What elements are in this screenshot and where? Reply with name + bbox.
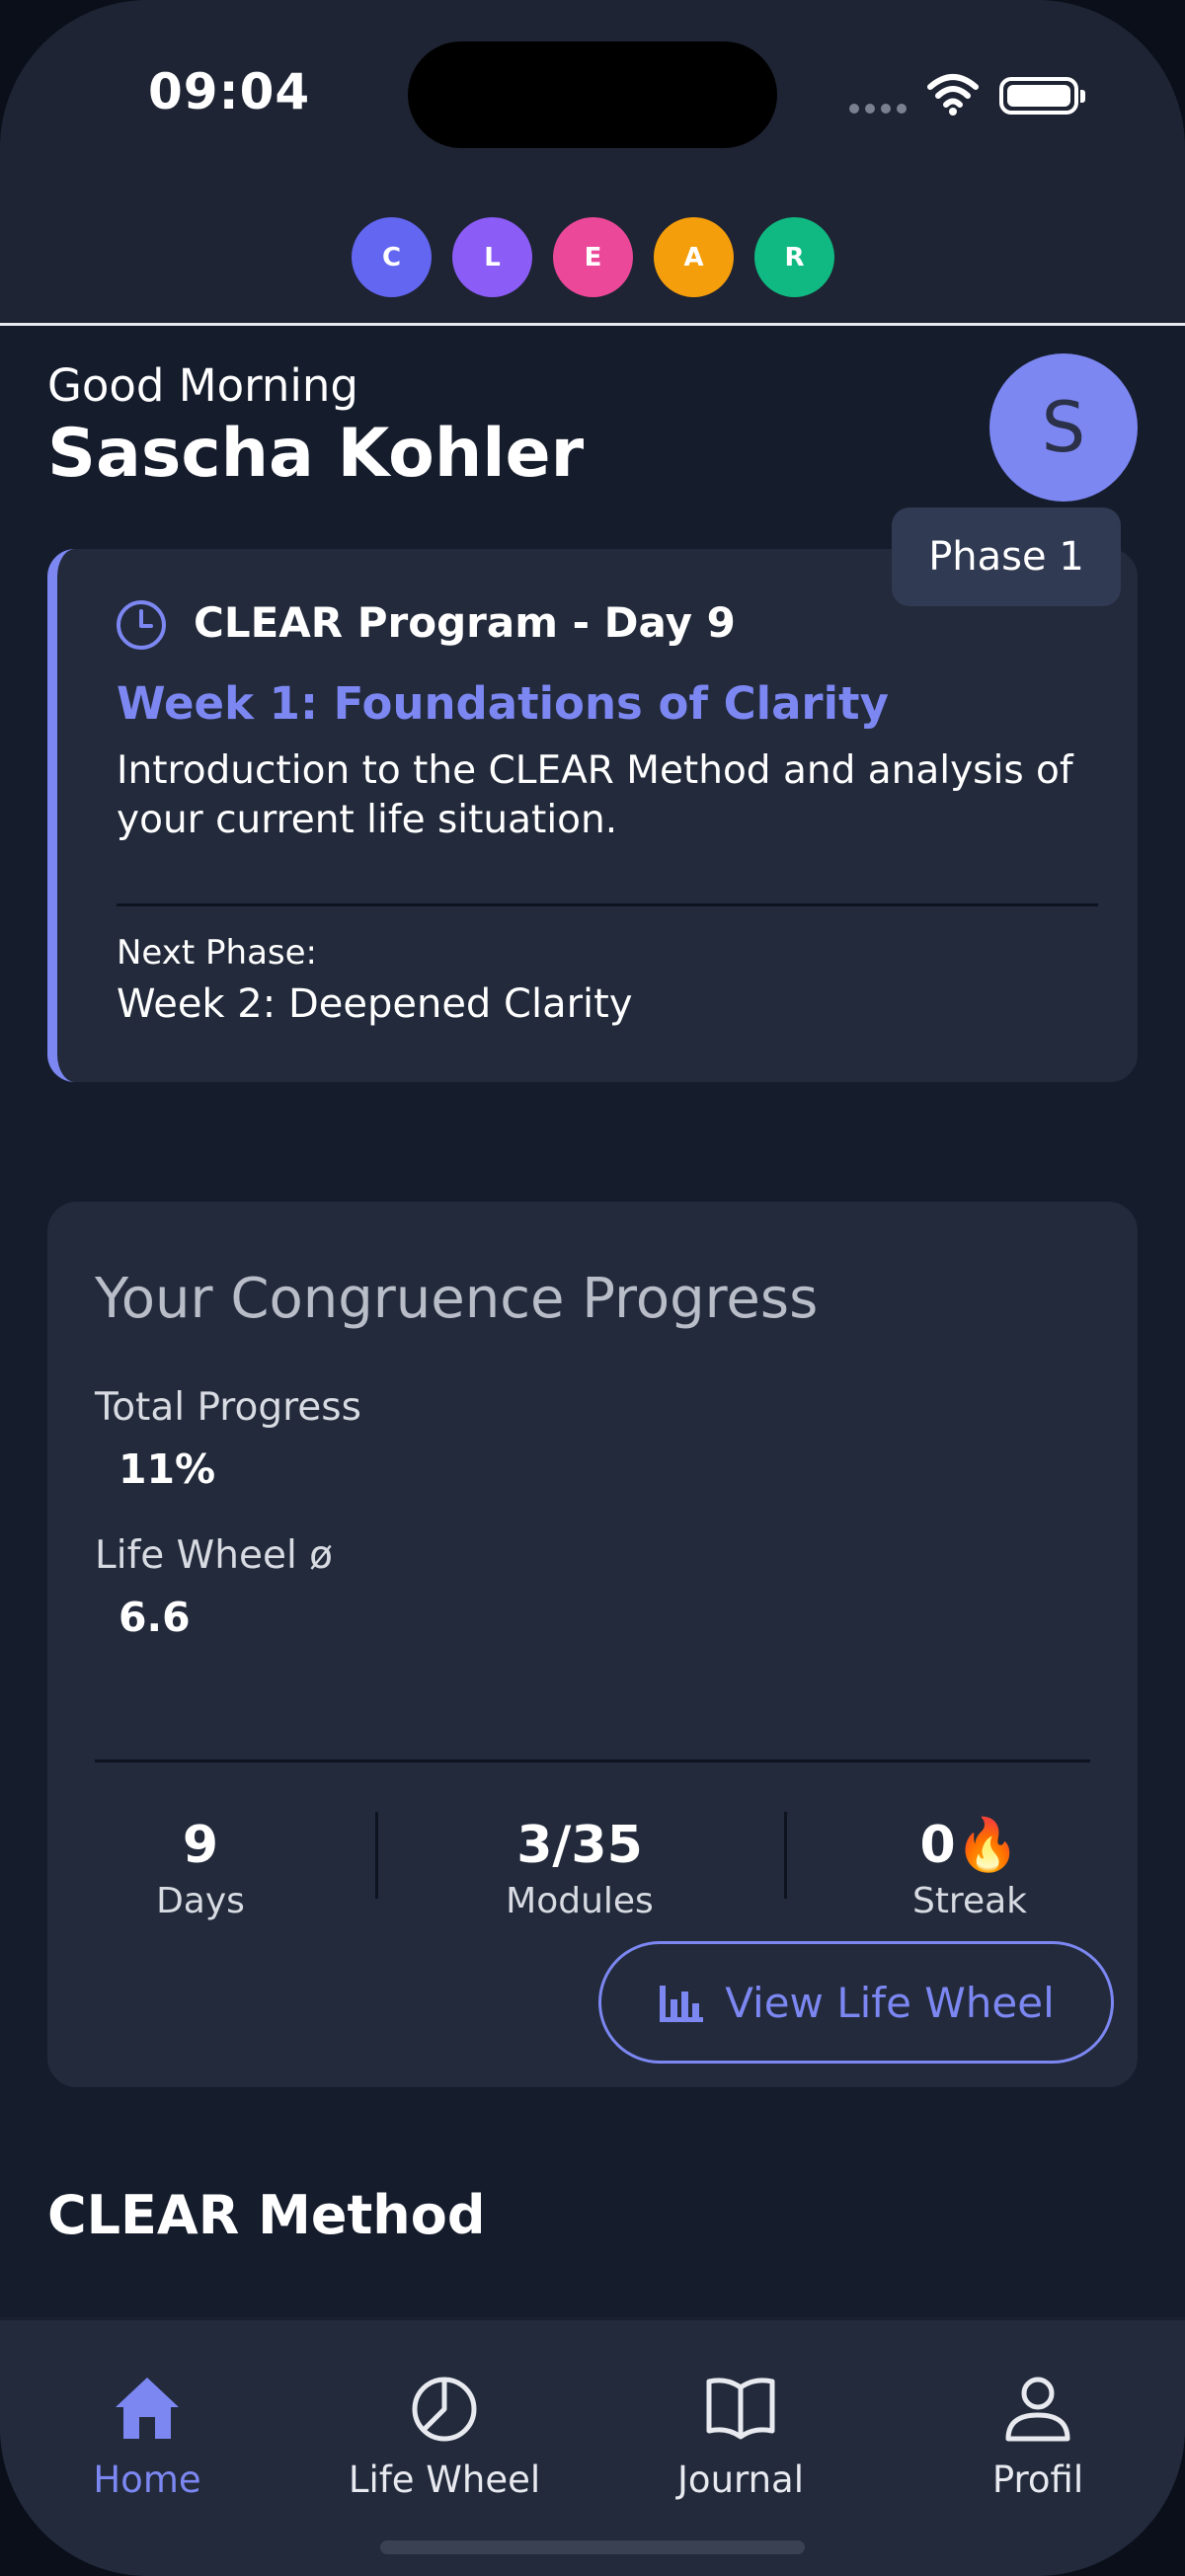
circle-c[interactable]: C	[352, 217, 432, 297]
stat-label: Modules	[506, 1881, 654, 1921]
progress-title: Your Congruence Progress	[95, 1267, 819, 1331]
tab-life-wheel[interactable]: Life Wheel	[326, 2370, 563, 2501]
circle-e[interactable]: E	[553, 217, 633, 297]
bar-chart-icon	[660, 1986, 704, 2022]
view-life-wheel-button[interactable]: View Life Wheel	[598, 1941, 1114, 2064]
cellular-signal-icon	[849, 104, 907, 114]
stat-label: Days	[156, 1881, 245, 1921]
tab-home[interactable]: Home	[29, 2370, 266, 2501]
wifi-icon	[927, 74, 979, 116]
pie-chart-icon	[412, 2377, 477, 2442]
life-wheel-avg-value: 6.6	[118, 1594, 191, 1641]
dynamic-island	[408, 41, 777, 148]
battery-icon	[999, 77, 1085, 115]
book-icon	[706, 2378, 775, 2440]
next-phase-label: Next Phase:	[117, 933, 317, 973]
program-title: CLEAR Program - Day 9	[194, 598, 736, 647]
total-progress-label: Total Progress	[95, 1385, 361, 1430]
stat-days: 9 Days	[52, 1814, 349, 1921]
app-screen: 09:04 C L E A R Good Morning Sascha Kohl…	[0, 0, 1185, 2576]
week-title: Week 1: Foundations of Clarity	[117, 677, 889, 730]
home-indicator[interactable]	[380, 2540, 805, 2554]
tab-label: Journal	[677, 2459, 804, 2501]
week-description: Introduction to the CLEAR Method and ana…	[117, 748, 1073, 842]
tab-label: Profil	[991, 2459, 1084, 2501]
progress-card: Your Congruence Progress Total Progress …	[47, 1202, 1138, 2087]
program-card[interactable]: CLEAR Program - Day 9 Week 1: Foundation…	[47, 549, 1138, 1082]
divider	[95, 1759, 1090, 1762]
circle-l[interactable]: L	[452, 217, 532, 297]
clear-method-circles: C L E A R	[352, 217, 834, 297]
button-label: View Life Wheel	[725, 1978, 1055, 2027]
clock-icon	[117, 600, 166, 650]
user-icon	[1005, 2377, 1070, 2442]
user-name: Sascha Kohler	[47, 415, 585, 493]
stat-value: 9	[182, 1816, 219, 1875]
circle-r[interactable]: R	[754, 217, 834, 297]
stat-separator	[375, 1812, 378, 1899]
home-icon	[116, 2378, 179, 2439]
tab-label: Home	[93, 2459, 201, 2501]
stat-modules: 3/35 Modules	[432, 1814, 728, 1921]
divider	[117, 903, 1098, 906]
phase-badge: Phase 1	[892, 507, 1121, 606]
stat-streak: 0🔥 Streak	[822, 1814, 1118, 1921]
stat-value: 0🔥	[919, 1816, 1020, 1875]
tab-journal[interactable]: Journal	[622, 2370, 859, 2501]
circle-a[interactable]: A	[654, 217, 734, 297]
tab-profil[interactable]: Profil	[919, 2370, 1156, 2501]
tab-bar: Home Life Wheel Journal Profil	[0, 2317, 1185, 2576]
stat-label: Streak	[911, 1881, 1028, 1921]
next-phase-value: Week 2: Deepened Clarity	[117, 981, 633, 1027]
life-wheel-avg-label: Life Wheel ø	[95, 1533, 334, 1578]
section-title: CLEAR Method	[47, 2184, 486, 2246]
avatar[interactable]: S	[989, 353, 1138, 502]
app-header: 09:04 C L E A R	[0, 0, 1185, 326]
greeting-text: Good Morning	[47, 359, 358, 412]
stat-separator	[784, 1812, 787, 1899]
total-progress-value: 11%	[118, 1445, 216, 1493]
stat-value: 3/35	[516, 1816, 643, 1875]
tab-label: Life Wheel	[348, 2459, 541, 2501]
status-time: 09:04	[148, 63, 311, 120]
